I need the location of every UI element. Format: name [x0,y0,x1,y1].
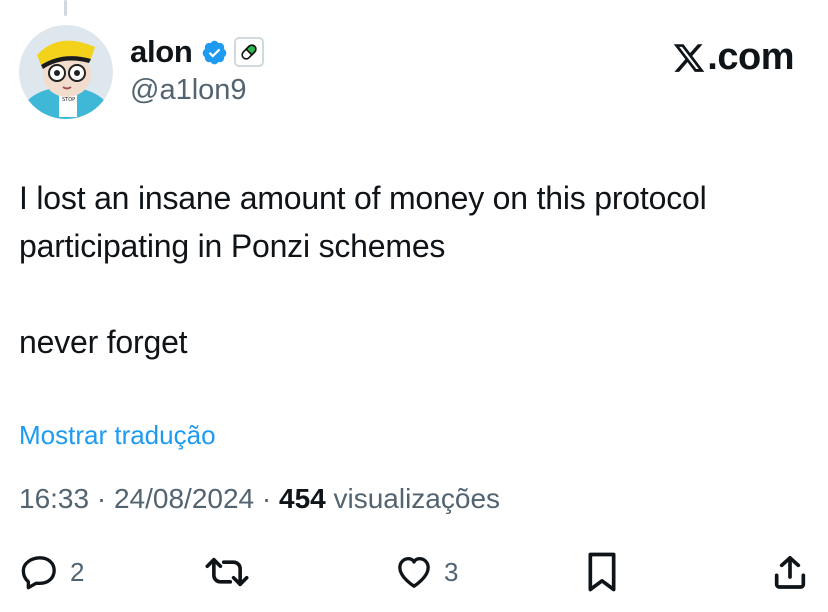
bookmark-button[interactable] [582,546,622,598]
like-button[interactable]: 3 [394,546,458,598]
display-name[interactable]: alon [130,34,193,70]
name-row: alon [130,32,264,72]
reply-icon [21,556,56,590]
views-count: 454 [279,483,326,514]
pill-icon[interactable] [233,37,264,67]
meta-separator: · [96,483,107,514]
tweet-line: I lost an insane amount of money on this… [19,180,707,264]
brand-domain: .com [707,36,794,78]
like-count: 3 [444,556,459,587]
reply-button[interactable]: 2 [20,546,84,598]
tweet-actions-bar: 2 3 [0,546,828,598]
tweet-line: never forget [19,324,188,360]
meta-separator: · [261,483,272,514]
tweet-date[interactable]: 24/08/2024 [114,483,254,514]
brand-logo: .com [672,36,794,79]
tweet-meta: 16:33 · 24/08/2024 · 454 visualizações [19,483,500,515]
show-translation-link[interactable]: Mostrar tradução [19,420,216,451]
x-logo-icon [674,43,705,72]
handle[interactable]: @a1lon9 [130,74,264,107]
thread-connector-line [64,0,67,16]
author-block: alon @a1lon9 [130,32,264,107]
heart-icon [398,557,430,588]
tweet-text: I lost an insane amount of money on this… [19,174,819,366]
share-icon [774,556,806,589]
verified-icon[interactable] [201,39,228,66]
avatar[interactable]: STOP [19,25,113,119]
views-label: visualizações [333,483,501,514]
share-button[interactable] [770,546,810,598]
svg-text:STOP: STOP [62,97,75,103]
bookmark-icon [588,552,616,592]
retweet-icon [205,557,249,587]
reply-count: 2 [70,556,85,587]
tweet-time[interactable]: 16:33 [19,483,89,514]
retweet-button[interactable] [204,546,260,598]
